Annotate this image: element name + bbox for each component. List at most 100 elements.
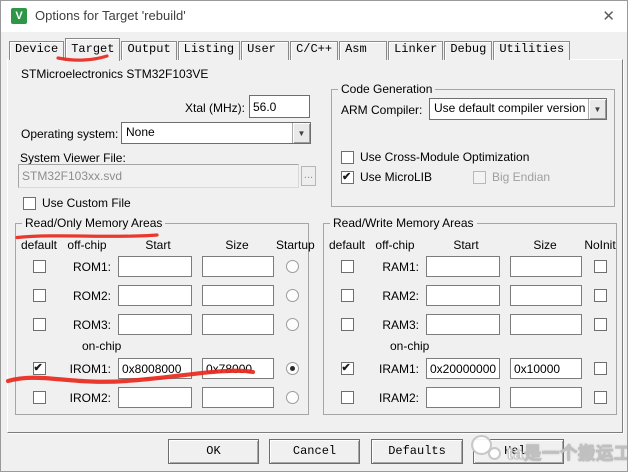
ok-button[interactable]: OK	[168, 439, 259, 464]
help-button[interactable]: Help	[473, 439, 564, 464]
col-default: default	[20, 237, 58, 252]
iram1-noinit-checkbox[interactable]	[593, 362, 607, 375]
rom3-startup-radio[interactable]	[285, 318, 299, 331]
tab-asm[interactable]: Asm	[339, 41, 388, 60]
microlib-label: Use MicroLIB	[360, 170, 433, 184]
ram2-default-checkbox[interactable]	[340, 289, 354, 302]
chevron-down-icon[interactable]: ▼	[292, 123, 310, 143]
memory-header-row: default off-chip Start Size Startup	[20, 237, 315, 252]
ram1-default-checkbox[interactable]	[340, 260, 354, 273]
tab-debug[interactable]: Debug	[444, 41, 493, 60]
col-start: Start	[145, 237, 171, 252]
ram2-size-input[interactable]	[510, 285, 582, 306]
tab-listing[interactable]: Listing	[177, 41, 241, 60]
chevron-down-icon[interactable]: ▼	[588, 99, 606, 119]
irom1-startup-radio[interactable]	[285, 362, 299, 375]
iram2-size-input[interactable]	[510, 387, 582, 408]
tab-output[interactable]: Output	[121, 41, 177, 60]
options-dialog: V Options for Target 'rebuild' ✕ Device …	[0, 0, 628, 472]
device-label: STMicroelectronics STM32F103VE	[21, 67, 209, 81]
ram3-default-checkbox[interactable]	[340, 318, 354, 331]
use-custom-file-row: Use Custom File	[23, 196, 131, 210]
rom2-default-checkbox[interactable]	[32, 289, 46, 302]
ram3-size-input[interactable]	[510, 314, 582, 335]
tab-ccpp[interactable]: C/C++	[290, 41, 339, 60]
ram2-start-input[interactable]	[426, 285, 500, 306]
arm-compiler-value: Use default compiler version	[434, 101, 586, 115]
read-only-memory-group: Read/Only Memory Areas default off-chip …	[15, 216, 315, 415]
ram2-label: RAM2:	[382, 288, 419, 303]
col-size: Size	[533, 237, 557, 252]
cancel-button[interactable]: Cancel	[269, 439, 360, 464]
cross-module-row: Use Cross-Module Optimization	[341, 150, 529, 164]
tab-device[interactable]: Device	[9, 41, 65, 60]
irom1-start-input[interactable]	[118, 358, 192, 379]
onchip-label: on-chip	[390, 339, 430, 353]
rom3-start-input[interactable]	[118, 314, 192, 335]
operating-system-dropdown[interactable]: None ▼	[121, 122, 311, 144]
iram1-size-input[interactable]	[510, 358, 582, 379]
rom1-label: ROM1:	[72, 259, 111, 274]
tab-target[interactable]: Target	[65, 38, 121, 61]
iram1-default-checkbox[interactable]	[340, 361, 354, 375]
browse-button: ...	[301, 166, 316, 186]
ram1-start-input[interactable]	[426, 256, 500, 277]
col-startup: Startup	[276, 237, 315, 252]
defaults-button[interactable]: Defaults	[371, 439, 463, 464]
ram3-noinit-checkbox[interactable]	[593, 318, 607, 331]
iram2-start-input[interactable]	[426, 387, 500, 408]
code-generation-title: Code Generation	[338, 82, 436, 96]
read-only-memory-body: default off-chip Start Size Startup ROM1…	[16, 224, 315, 412]
tab-linker[interactable]: Linker	[388, 41, 444, 60]
irom2-size-input[interactable]	[202, 387, 274, 408]
irom2-default-checkbox[interactable]	[32, 391, 46, 404]
irom1-size-input[interactable]	[202, 358, 274, 379]
system-viewer-file-label: System Viewer File:	[20, 151, 126, 165]
onchip-label: on-chip	[82, 339, 122, 353]
memory-header-row: default off-chip Start Size NoInit	[328, 237, 616, 252]
iram2-noinit-checkbox[interactable]	[593, 391, 607, 404]
big-endian-row: Big Endian	[473, 170, 550, 184]
title-bar: V Options for Target 'rebuild' ✕	[1, 1, 627, 32]
col-start: Start	[453, 237, 479, 252]
rom1-startup-radio[interactable]	[285, 260, 299, 273]
read-write-memory-group: Read/Write Memory Areas default off-chip…	[323, 216, 617, 415]
ram2-noinit-checkbox[interactable]	[593, 289, 607, 302]
irom2-startup-radio[interactable]	[285, 391, 299, 404]
col-default: default	[328, 237, 366, 252]
rom1-start-input[interactable]	[118, 256, 192, 277]
irom2-row: IROM2:	[22, 383, 308, 412]
big-endian-checkbox	[473, 170, 486, 184]
use-custom-file-checkbox[interactable]	[23, 196, 36, 210]
rom2-startup-radio[interactable]	[285, 289, 299, 302]
rom3-size-input[interactable]	[202, 314, 274, 335]
xtal-input[interactable]	[249, 95, 310, 118]
iram2-default-checkbox[interactable]	[340, 391, 354, 404]
rom2-start-input[interactable]	[118, 285, 192, 306]
ram3-start-input[interactable]	[426, 314, 500, 335]
rom1-row: ROM1:	[22, 252, 308, 281]
operating-system-label: Operating system:	[21, 127, 119, 141]
microlib-checkbox[interactable]	[341, 170, 354, 184]
tab-utilities[interactable]: Utilities	[493, 41, 571, 60]
arm-compiler-dropdown[interactable]: Use default compiler version ▼	[429, 98, 607, 120]
tab-user[interactable]: User	[241, 41, 290, 60]
irom1-default-checkbox[interactable]	[32, 361, 46, 375]
rom1-size-input[interactable]	[202, 256, 274, 277]
rom1-default-checkbox[interactable]	[32, 260, 46, 273]
use-custom-file-label: Use Custom File	[42, 196, 131, 210]
xtal-label: Xtal (MHz):	[185, 101, 245, 115]
ram1-noinit-checkbox[interactable]	[593, 260, 607, 273]
col-size: Size	[225, 237, 249, 252]
cross-module-checkbox[interactable]	[341, 150, 354, 164]
irom1-row: IROM1:	[22, 354, 308, 383]
close-icon[interactable]: ✕	[602, 7, 615, 25]
irom2-label: IROM2:	[69, 390, 111, 405]
tab-bar: Device Target Output Listing User C/C++ …	[9, 37, 571, 61]
rom3-default-checkbox[interactable]	[32, 318, 46, 331]
rom2-size-input[interactable]	[202, 285, 274, 306]
irom2-start-input[interactable]	[118, 387, 192, 408]
ram1-size-input[interactable]	[510, 256, 582, 277]
operating-system-value: None	[126, 125, 155, 139]
iram1-start-input[interactable]	[426, 358, 500, 379]
